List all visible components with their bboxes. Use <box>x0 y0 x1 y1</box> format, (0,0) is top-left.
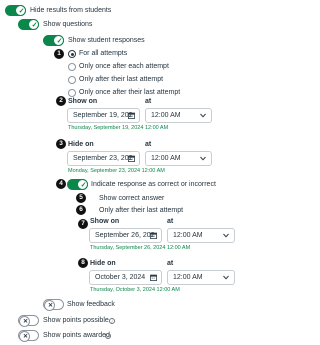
show-points-awarded-label: Show points awarded <box>43 332 110 339</box>
hide-on-label: Hide on <box>90 260 116 267</box>
calendar-icon <box>150 232 157 239</box>
info-icon[interactable]: i <box>105 333 111 339</box>
radio-label: Only after their last attempt <box>79 76 164 83</box>
step-badge-4: 4 <box>56 179 66 189</box>
chevron-down-icon <box>200 156 206 161</box>
at-label: at <box>167 218 174 225</box>
responses-hide-date-input[interactable]: September 23, 202 <box>67 151 140 166</box>
info-icon[interactable]: i <box>109 318 115 324</box>
show-points-awarded-toggle[interactable]: ✕ <box>18 330 39 342</box>
radio-for-all-attempts[interactable] <box>68 50 76 58</box>
step-badge-1: 1 <box>54 49 64 59</box>
step-badge-2: 2 <box>56 96 66 106</box>
show-feedback-toggle[interactable]: ✕ <box>43 299 64 311</box>
show-on-label: Show on <box>90 218 120 225</box>
indicate-response-label: Indicate response as correct or incorrec… <box>91 181 216 188</box>
responses-show-summary: Thursday, September 19, 2024 12:00 AM <box>68 125 169 131</box>
chevron-down-icon <box>223 233 229 238</box>
close-icon: ✕ <box>22 319 29 325</box>
chevron-down-icon <box>223 275 229 280</box>
responses-show-time-select[interactable]: 12:00 AM <box>145 108 212 123</box>
step-badge-7: 7 <box>78 219 88 229</box>
at-label: at <box>145 98 152 105</box>
step-badge-5: 5 <box>76 193 86 203</box>
step-badge-3: 3 <box>56 139 66 149</box>
calendar-icon <box>128 112 135 119</box>
check-icon: ✓ <box>56 38 63 45</box>
check-icon: ✓ <box>18 8 25 15</box>
show-student-responses-label: Show student responses <box>68 37 145 44</box>
hide-results-toggle[interactable]: ✓ <box>5 5 26 16</box>
show-student-responses-toggle[interactable]: ✓ <box>43 35 64 46</box>
at-label: at <box>145 141 152 148</box>
radio-once-after-each-attempt[interactable] <box>68 63 76 71</box>
show-points-possible-toggle[interactable]: ✕ <box>18 315 39 327</box>
at-label: at <box>167 260 174 267</box>
correct-hide-time-select[interactable]: 12:00 AM <box>167 270 235 285</box>
correct-hide-summary: Thursday, October 3, 2024 12:00 AM <box>90 287 180 293</box>
show-questions-toggle[interactable]: ✓ <box>18 19 39 30</box>
indicate-response-toggle[interactable]: ✓ <box>67 179 88 190</box>
responses-hide-time-select[interactable]: 12:00 AM <box>145 151 212 166</box>
chevron-down-icon <box>200 113 206 118</box>
correct-show-summary: Thursday, September 26, 2024 12:00 AM <box>90 245 191 251</box>
show-on-label: Show on <box>68 98 98 105</box>
hide-results-label: Hide results from students <box>30 7 112 14</box>
close-icon: ✕ <box>47 303 54 309</box>
hide-on-label: Hide on <box>68 141 94 148</box>
calendar-icon <box>128 155 135 162</box>
step-badge-6: 6 <box>76 205 86 215</box>
correct-show-time-select[interactable]: 12:00 AM <box>167 228 235 243</box>
only-after-last-attempt-label: Only after their last attempt <box>99 207 184 214</box>
correct-show-date-input[interactable]: September 26, 202 <box>89 228 162 243</box>
radio-label: Only once after each attempt <box>79 63 169 70</box>
calendar-icon <box>150 274 157 281</box>
show-correct-answer-label: Show correct answer <box>99 195 165 202</box>
check-icon: ✓ <box>80 182 87 189</box>
show-feedback-label: Show feedback <box>67 301 115 308</box>
close-icon: ✕ <box>22 334 29 340</box>
responses-show-date-input[interactable]: September 19, 202 <box>67 108 140 123</box>
radio-label: For all attempts <box>79 50 128 57</box>
step-badge-8: 8 <box>78 258 88 268</box>
show-questions-label: Show questions <box>43 21 93 28</box>
check-icon: ✓ <box>31 22 38 29</box>
show-points-possible-label: Show points possible <box>43 317 109 324</box>
responses-hide-summary: Monday, September 23, 2024 12:00 AM <box>68 168 165 174</box>
correct-hide-date-input[interactable]: October 3, 2024 <box>89 270 162 285</box>
radio-after-last-attempt[interactable] <box>68 76 76 84</box>
